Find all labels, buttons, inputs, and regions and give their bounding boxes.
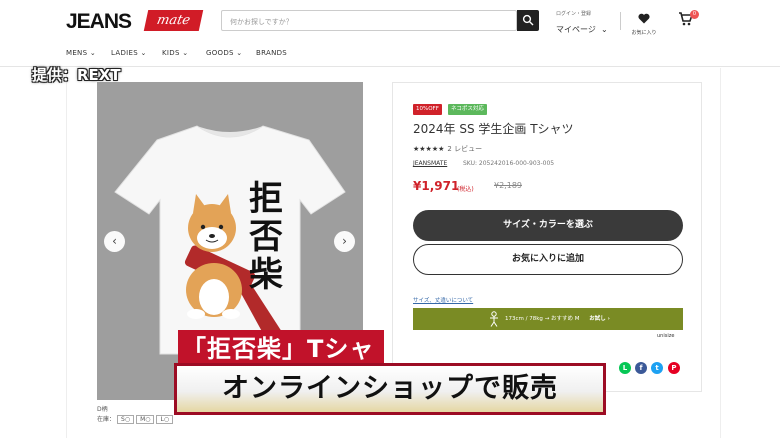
shipping-tag: ネコポス対応: [448, 104, 487, 115]
tax-note: (税込): [457, 186, 474, 193]
line-share-icon[interactable]: L: [619, 362, 631, 374]
original-price: ¥2,189: [494, 181, 522, 190]
favorites-label: お気に入り: [631, 30, 657, 36]
chevron-right-icon: ›: [342, 234, 347, 248]
nav-item-mens[interactable]: MENS ⌄: [66, 49, 96, 57]
star-icons: ★★★★★: [413, 145, 445, 153]
chevron-left-icon: ‹: [112, 234, 117, 248]
mypage-menu[interactable]: ログイン・登録 マイページ ⌄: [556, 10, 608, 36]
select-size-color-button[interactable]: サイズ・カラーを選ぶ: [413, 210, 683, 241]
search-button[interactable]: [517, 10, 539, 31]
unisize-cta: お試し ›: [589, 316, 610, 322]
pinterest-share-icon[interactable]: P: [668, 362, 680, 374]
shirt-char: 拒: [249, 179, 283, 219]
stock-info: 在庫： S○ M○ L○: [97, 414, 174, 424]
twitter-share-icon[interactable]: t: [651, 362, 663, 374]
size-guide-link[interactable]: サイズ、丈違いについて: [413, 296, 473, 304]
unisize-logo: unisize: [657, 333, 675, 339]
site-logo[interactable]: JEANS: [66, 10, 132, 34]
mypage-label: マイページ: [556, 25, 596, 34]
heart-icon: [638, 13, 650, 24]
chevron-down-icon: ⌄: [600, 25, 608, 34]
nav-label: MENS: [66, 49, 88, 57]
login-label: ログイン・登録: [556, 11, 592, 17]
product-title: 2024年 SS 学生企画 Tシャツ: [413, 122, 574, 136]
sale-tag: 10%OFF: [413, 104, 442, 115]
nav-label: GOODS: [206, 49, 234, 57]
caption-main: オンラインショップで販売: [174, 363, 606, 415]
nav-label: BRANDS: [256, 49, 288, 57]
brand-link[interactable]: JEANSMATE: [413, 160, 447, 167]
site-header: JEANS mate 何かお探しですか？ ログイン・登録 マイページ ⌄ お気に…: [0, 0, 780, 42]
nav-item-ladies[interactable]: LADIES ⌄: [111, 49, 147, 57]
shirt-print-text: 拒 否 柴: [244, 180, 288, 294]
search-icon: [522, 14, 534, 26]
cart-count-badge: 0: [690, 10, 699, 19]
search-input[interactable]: 何かお探しですか？: [221, 10, 517, 31]
content-border-right: [720, 68, 721, 438]
stock-size[interactable]: L○: [156, 415, 174, 424]
review-count: 2 レビュー: [447, 145, 483, 153]
gallery-prev-button[interactable]: ‹: [104, 231, 125, 252]
facebook-share-icon[interactable]: f: [635, 362, 647, 374]
nav-item-brands[interactable]: BRANDS: [256, 49, 287, 57]
divider: [620, 12, 621, 30]
nav-item-kids[interactable]: KIDS ⌄: [162, 49, 188, 57]
unisize-text: 173cm / 78kg → おすすめ M: [505, 316, 580, 322]
gallery-next-button[interactable]: ›: [334, 231, 355, 252]
logo-badge[interactable]: mate: [143, 10, 204, 31]
shirt-char: 柴: [249, 255, 283, 295]
add-to-favorites-button[interactable]: お気に入りに追加: [413, 244, 683, 275]
sku-text: SKU: 205242016-000-903-005: [463, 160, 555, 167]
stock-size[interactable]: M○: [136, 415, 155, 424]
nav-item-goods[interactable]: GOODS ⌄: [206, 49, 242, 57]
nav-label: KIDS: [162, 49, 180, 57]
content-border-left: [66, 68, 67, 438]
sale-price: ¥1,971: [413, 179, 460, 193]
person-icon: [490, 311, 498, 327]
stock-size[interactable]: S○: [117, 415, 135, 424]
rating[interactable]: ★★★★★ 2 レビュー: [413, 144, 482, 154]
nav-label: LADIES: [111, 49, 138, 57]
favorites-link[interactable]: お気に入り: [628, 9, 660, 36]
stock-label: 在庫：: [97, 416, 116, 423]
image-caption: D柄: [97, 406, 108, 413]
shirt-char: 否: [249, 217, 283, 257]
unisize-recommend-bar[interactable]: 173cm / 78kg → おすすめ M お試し ›: [413, 308, 683, 330]
